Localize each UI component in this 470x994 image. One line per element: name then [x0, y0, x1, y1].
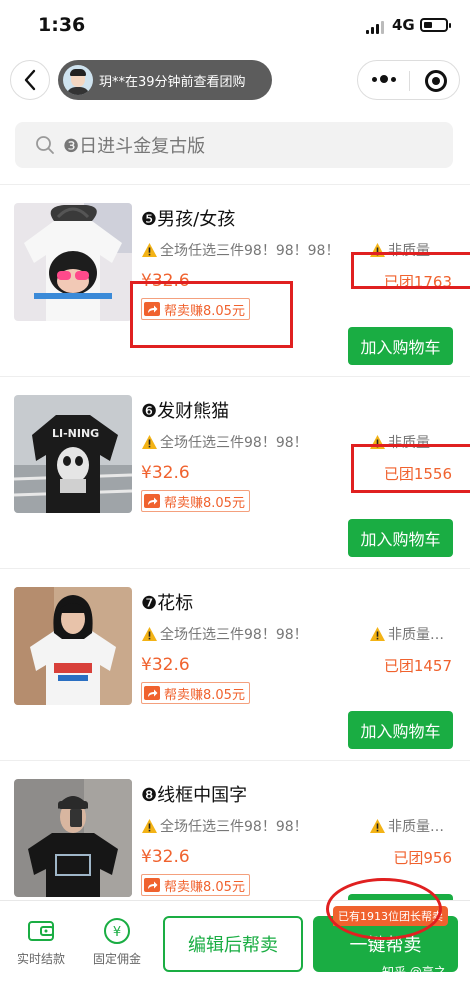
search-input[interactable]: ❸日进斗金复古版	[15, 122, 453, 168]
warning-icon	[142, 243, 157, 257]
warning-icon	[142, 627, 157, 641]
watermark: 知乎 @亮之	[382, 965, 446, 979]
nav-bar: 玥**在39分钟前查看团购	[0, 56, 470, 106]
earn-tag: 帮卖赚8.05元	[141, 682, 250, 704]
back-arrow-icon	[24, 69, 36, 91]
realtime-label: 实时结款	[16, 952, 65, 966]
warning-icon	[370, 819, 385, 833]
earn-tag: 帮卖赚8.05元	[141, 874, 250, 896]
earn-text: 帮卖赚8.05元	[164, 879, 245, 895]
view-notice-pill: 玥**在39分钟前查看团购	[58, 60, 272, 100]
add-to-cart-button[interactable]: 加入购物车	[348, 519, 453, 557]
svg-text:LI-NING: LI-NING	[52, 427, 99, 440]
product-title[interactable]: ❻发财熊猫	[141, 397, 229, 423]
fixed-label: 固定佣金	[92, 952, 141, 966]
back-button[interactable]	[10, 60, 50, 100]
annotation-box	[351, 444, 470, 493]
warning-icon	[370, 627, 385, 641]
share-arrow-icon	[144, 878, 160, 892]
more-dots-icon[interactable]	[372, 75, 396, 84]
product-title[interactable]: ❺男孩/女孩	[141, 205, 235, 231]
wallet-icon	[28, 921, 54, 941]
network-type: 4G	[392, 16, 415, 34]
warning-icon	[142, 435, 157, 449]
product-image[interactable]	[14, 203, 132, 321]
svg-text:¥: ¥	[113, 925, 121, 940]
product-image[interactable]: LI-NING	[14, 395, 132, 513]
status-time: 1:36	[38, 14, 86, 36]
promo-line: 全场任选三件98！98！ 非质量…	[141, 624, 456, 646]
realtime-settlement[interactable]: 实时结款	[10, 917, 72, 967]
price: ¥32.6	[141, 463, 190, 483]
product-image[interactable]	[14, 587, 132, 705]
price: ¥32.6	[141, 847, 190, 867]
earn-text: 帮卖赚8.05元	[164, 687, 245, 703]
annotation-box	[351, 252, 470, 289]
fixed-commission[interactable]: ¥ 固定佣金	[86, 917, 148, 967]
search-text: ❸日进斗金复古版	[63, 136, 206, 157]
edit-then-share-button[interactable]: 编辑后帮卖	[163, 916, 303, 972]
add-to-cart-button[interactable]: 加入购物车	[348, 327, 453, 365]
annotation-ellipse	[326, 878, 442, 940]
product-title[interactable]: ❼花标	[141, 589, 193, 615]
promo-text: 全场任选三件98！98！98！	[160, 243, 340, 259]
warning-icon	[142, 819, 157, 833]
earn-text: 帮卖赚8.05元	[164, 495, 245, 511]
product-card[interactable]: ❼花标 全场任选三件98！98！ 非质量… ¥32.6 已团1457 帮卖赚8.…	[0, 569, 470, 759]
annotation-box	[130, 281, 293, 348]
search-icon	[36, 136, 54, 154]
promo-text: 全场任选三件98！98！	[160, 435, 308, 451]
miniprogram-capsule	[357, 60, 460, 100]
status-bar: 1:36 4G	[0, 0, 470, 52]
add-to-cart-button[interactable]: 加入购物车	[348, 711, 453, 749]
price: ¥32.6	[141, 655, 190, 675]
battery-icon	[420, 18, 451, 32]
signal-icon	[366, 20, 386, 34]
close-circle-icon[interactable]	[425, 70, 447, 92]
promo-text-secondary: 非质量…	[388, 819, 444, 835]
earn-tag: 帮卖赚8.05元	[141, 490, 250, 512]
yuan-icon: ¥	[104, 918, 130, 944]
promo-text: 全场任选三件98！98！	[160, 819, 308, 835]
product-image[interactable]	[14, 779, 132, 897]
promo-text: 全场任选三件98！98！	[160, 627, 308, 643]
sold-count: 已团956	[393, 849, 452, 867]
sold-count: 已团1457	[383, 657, 452, 675]
view-notice-text: 玥**在39分钟前查看团购	[99, 74, 246, 90]
share-arrow-icon	[144, 686, 160, 700]
promo-line: 全场任选三件98！98！ 非质量…	[141, 816, 456, 838]
share-arrow-icon	[144, 494, 160, 508]
promo-text-secondary: 非质量…	[388, 627, 444, 643]
avatar	[63, 65, 93, 95]
product-title[interactable]: ❽线框中国字	[141, 781, 247, 807]
